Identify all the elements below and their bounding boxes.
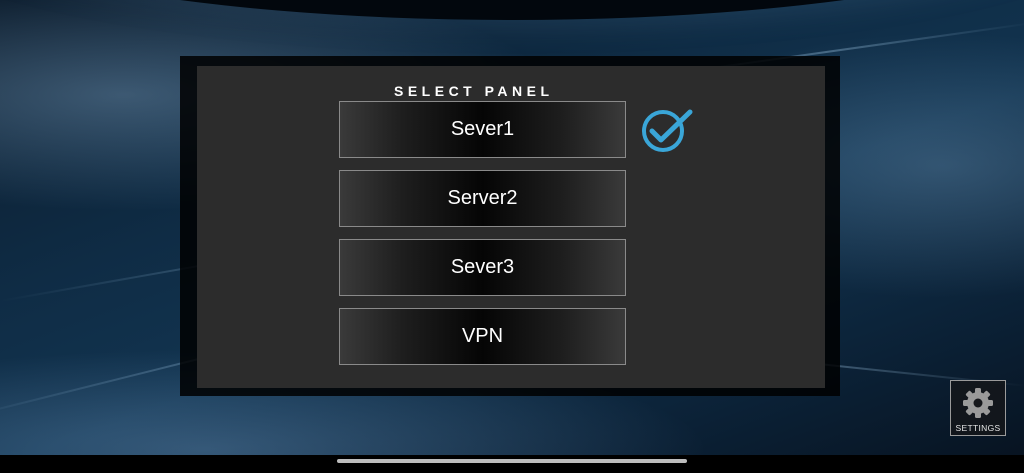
server-button-3[interactable]: Sever3 [339,239,626,296]
gear-icon [963,388,993,418]
bottom-bar [0,455,1024,473]
background-arc [0,0,1024,20]
vpn-button[interactable]: VPN [339,308,626,365]
screen: SELECT PANEL Sever1 Server2 Sever3 VPN S… [0,0,1024,473]
server-button-label: Sever3 [450,256,515,278]
server-button-label: Sever1 [450,118,515,140]
server-button-label: Server2 [447,187,518,209]
settings-button[interactable]: SETTINGS [950,380,1006,436]
settings-label: SETTINGS [955,423,1001,433]
selected-check-icon [642,109,693,152]
server-button-2[interactable]: Server2 [339,170,626,227]
server-button-label: VPN [461,325,504,347]
panel-title: SELECT PANEL [394,83,554,99]
server-button-1[interactable]: Sever1 [339,101,626,158]
home-indicator[interactable] [337,459,687,463]
